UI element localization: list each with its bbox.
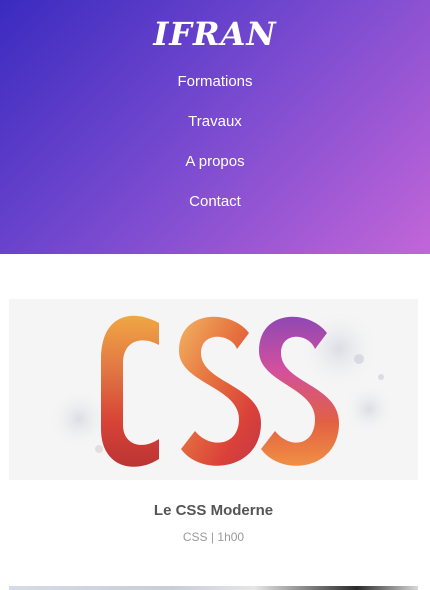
course-category: CSS (182, 530, 208, 544)
main-nav: Formations Travaux A propos Contact (0, 62, 430, 222)
nav-link-contact[interactable]: Contact (189, 193, 241, 210)
nav-link-travaux[interactable]: Travaux (188, 113, 242, 130)
course-card[interactable]: Le CSS Moderne CSS | 1h00 (9, 299, 418, 546)
course-thumbnail[interactable] (9, 299, 418, 480)
meta-separator: | (210, 530, 215, 544)
site-logo[interactable]: IFRAN (0, 12, 430, 56)
course-title[interactable]: Le CSS Moderne (9, 500, 418, 522)
nav-item-contact: Contact (0, 182, 430, 222)
next-course-thumbnail-edge[interactable] (9, 586, 418, 590)
nav-link-formations[interactable]: Formations (177, 73, 252, 90)
nav-link-a-propos[interactable]: A propos (185, 153, 244, 170)
course-meta: CSS | 1h00 (9, 528, 418, 546)
nav-item-a-propos: A propos (0, 142, 430, 182)
css-watercolor-image (9, 299, 418, 480)
site-header: IFRAN Formations Travaux A propos Contac… (0, 0, 430, 254)
course-duration: 1h00 (217, 530, 245, 544)
nav-item-formations: Formations (0, 62, 430, 102)
nav-item-travaux: Travaux (0, 102, 430, 142)
